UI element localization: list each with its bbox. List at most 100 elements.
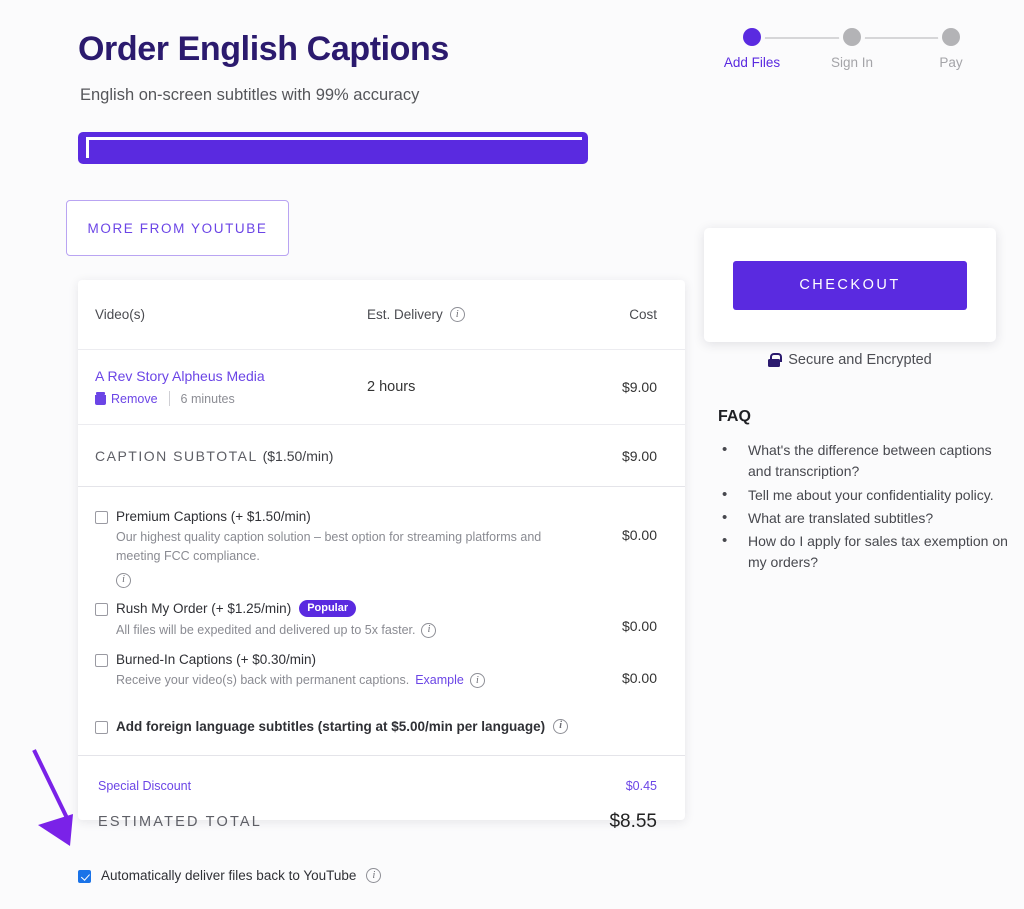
- remove-file-button[interactable]: Remove: [95, 392, 158, 406]
- option-foreign-title: Add foreign language subtitles (starting…: [116, 718, 546, 734]
- caption-subtotal-label: CAPTION SUBTOTAL ($1.50/min): [95, 448, 333, 464]
- step-label-add-files: Add Files: [723, 55, 781, 70]
- option-rush-my-order: Rush My Order (+ $1.25/min) Popular All …: [95, 594, 657, 646]
- checkbox-rush-my-order[interactable]: [95, 602, 108, 616]
- option-premium-price: $0.00: [621, 527, 657, 543]
- option-rush-desc-row: All files will be expedited and delivere…: [95, 621, 550, 640]
- option-burned-title: Burned-In Captions (+ $0.30/min): [116, 652, 316, 668]
- step-dot-add-files: [743, 28, 761, 46]
- option-premium-captions: Premium Captions (+ $1.50/min) Our highe…: [95, 503, 657, 594]
- special-discount-label[interactable]: Special Discount: [98, 779, 191, 793]
- faq-section: FAQ What's the difference between captio…: [718, 408, 1008, 576]
- option-rush-description: All files will be expedited and delivere…: [116, 622, 416, 637]
- info-icon[interactable]: i: [469, 673, 485, 689]
- info-icon[interactable]: i: [366, 868, 382, 883]
- more-from-youtube-button[interactable]: MORE FROM YOUTUBE: [66, 200, 289, 256]
- info-icon[interactable]: i: [421, 622, 437, 638]
- caption-subtotal-value: $9.00: [621, 447, 657, 464]
- step-add-files[interactable]: Add Files: [712, 28, 792, 70]
- option-burned-description: Receive your video(s) back with permanen…: [116, 673, 410, 688]
- option-burned-main: Burned-In Captions (+ $0.30/min) Receive…: [95, 652, 587, 690]
- page-subtitle: English on-screen subtitles with 99% acc…: [80, 86, 420, 104]
- upload-progress-bar: [78, 132, 588, 164]
- meta-divider: [168, 391, 170, 406]
- list-item[interactable]: What's the difference between captions a…: [718, 439, 1008, 483]
- example-link[interactable]: Example: [415, 671, 464, 690]
- remove-label: Remove: [111, 391, 158, 406]
- faq-list: What's the difference between captions a…: [718, 439, 1008, 574]
- option-rush-main: Rush My Order (+ $1.25/min) Popular All …: [95, 599, 587, 640]
- step-dot-pay: [942, 28, 960, 46]
- column-header-video: Video(s): [95, 307, 146, 322]
- info-icon[interactable]: i: [553, 718, 569, 734]
- caption-subtotal-row: CAPTION SUBTOTAL ($1.50/min) $9.00: [78, 425, 685, 487]
- order-captions-page: Order English Captions English on-screen…: [0, 0, 1024, 909]
- file-name-link[interactable]: A Rev Story Alpheus Media: [95, 368, 367, 384]
- page-title: Order English Captions: [78, 30, 449, 68]
- column-header-cost: Cost: [629, 307, 657, 322]
- option-premium-title-row: Premium Captions (+ $1.50/min): [95, 509, 573, 524]
- delivery-cell: 2 hours: [367, 379, 567, 395]
- delivery-value: 2 hours: [367, 379, 416, 395]
- info-icon[interactable]: i: [116, 572, 131, 588]
- secure-encrypted-note: Secure and Encrypted: [704, 352, 996, 368]
- list-item[interactable]: How do I apply for sales tax exemption o…: [718, 530, 1008, 574]
- option-burned-title-row: Burned-In Captions (+ $0.30/min): [95, 652, 573, 668]
- option-rush-price: $0.00: [621, 617, 657, 634]
- progress-bar-inner-outline: [86, 137, 582, 158]
- faq-title: FAQ: [718, 408, 751, 425]
- option-foreign-title-row: Add foreign language subtitles (starting…: [95, 718, 573, 734]
- addon-options-list: Premium Captions (+ $1.50/min) Our highe…: [78, 487, 685, 756]
- option-foreign-main: Add foreign language subtitles (starting…: [95, 718, 587, 734]
- checkout-button[interactable]: CHECKOUT: [733, 260, 967, 310]
- option-burned-in-captions: Burned-In Captions (+ $0.30/min) Receive…: [95, 646, 657, 696]
- step-label-sign-in: Sign In: [830, 55, 874, 70]
- checkbox-auto-deliver-youtube[interactable]: [78, 870, 91, 883]
- file-meta: Remove 6 minutes: [95, 391, 367, 406]
- caption-subtotal-text: CAPTION SUBTOTAL: [95, 447, 258, 464]
- cost-value: $9.00: [621, 379, 657, 395]
- option-premium-main: Premium Captions (+ $1.50/min) Our highe…: [95, 509, 587, 588]
- step-pay[interactable]: Pay: [911, 28, 991, 70]
- column-header-delivery-label: Est. Delivery: [367, 307, 443, 322]
- popular-badge: Popular: [299, 599, 357, 617]
- option-foreign-subtitles: Add foreign language subtitles (starting…: [95, 697, 657, 743]
- option-rush-title: Rush My Order (+ $1.25/min): [116, 600, 292, 616]
- special-discount-row: Special Discount $0.45: [98, 770, 657, 811]
- step-sign-in[interactable]: Sign In: [812, 28, 892, 70]
- step-dot-sign-in: [843, 28, 861, 46]
- secure-encrypted-label: Secure and Encrypted: [788, 352, 932, 368]
- checkout-card: CHECKOUT: [704, 228, 996, 342]
- order-table-header: Video(s) Est. Delivery i Cost: [78, 280, 685, 350]
- option-premium-desc-row: Our highest quality caption solution – b…: [95, 528, 550, 588]
- option-premium-title: Premium Captions (+ $1.50/min): [116, 509, 311, 524]
- checkbox-premium-captions[interactable]: [95, 511, 108, 524]
- totals-section: Special Discount $0.45 ESTIMATED TOTAL $…: [78, 756, 685, 833]
- column-header-delivery: Est. Delivery i: [367, 307, 567, 322]
- progress-stepper: Add Files Sign In Pay: [712, 28, 982, 84]
- caption-subtotal-rate: ($1.50/min): [262, 447, 334, 464]
- step-label-pay: Pay: [939, 55, 963, 70]
- auto-deliver-label: Automatically deliver files back to YouT…: [101, 868, 357, 883]
- order-summary-card: Video(s) Est. Delivery i Cost A Rev Stor…: [78, 280, 685, 832]
- estimated-total-value: $8.55: [609, 810, 657, 832]
- trash-icon: [95, 392, 106, 405]
- option-foreign-price: [587, 719, 657, 737]
- checkbox-foreign-subtitles[interactable]: [95, 720, 108, 734]
- option-burned-price: $0.00: [621, 670, 657, 687]
- option-burned-desc-row: Receive your video(s) back with permanen…: [95, 671, 550, 690]
- table-row: A Rev Story Alpheus Media Remove 6 minut…: [78, 350, 685, 425]
- checkbox-burned-in-captions[interactable]: [95, 654, 108, 668]
- auto-deliver-option: Automatically deliver files back to YouT…: [78, 868, 382, 883]
- special-discount-value: $0.45: [625, 778, 657, 793]
- option-premium-description: Our highest quality caption solution – b…: [116, 530, 542, 564]
- file-duration: 6 minutes: [180, 391, 235, 406]
- estimated-total-label: ESTIMATED TOTAL: [98, 813, 263, 830]
- lock-icon: [768, 353, 782, 367]
- list-item[interactable]: What are translated subtitles?: [718, 507, 1008, 530]
- option-rush-title-row: Rush My Order (+ $1.25/min) Popular: [95, 599, 573, 617]
- info-icon[interactable]: i: [449, 307, 465, 322]
- list-item[interactable]: Tell me about your confidentiality polic…: [718, 484, 1008, 507]
- file-cell: A Rev Story Alpheus Media Remove 6 minut…: [95, 368, 367, 406]
- estimated-total-row: ESTIMATED TOTAL $8.55: [98, 811, 657, 833]
